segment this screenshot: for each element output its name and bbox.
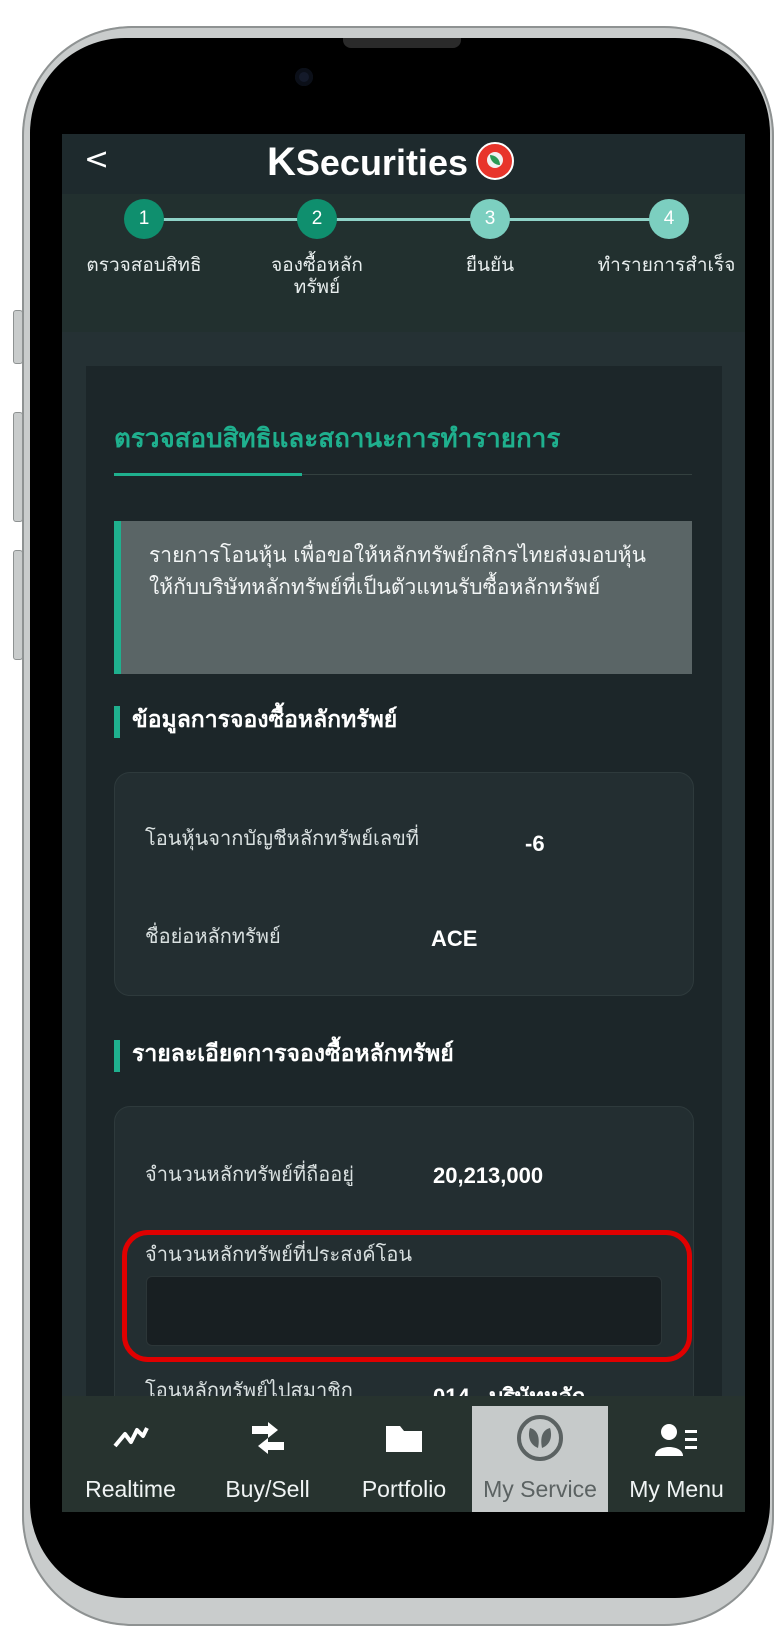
nav-portfolio-label: Portfolio — [361, 1476, 447, 1502]
buy-sell-arrows-icon — [251, 1422, 284, 1454]
booking-info-box: โอนหุ้นจากบัญชีหลักทรัพย์เลขที่ -6 ชื่อย… — [114, 772, 694, 996]
chart-line-icon — [112, 1427, 149, 1448]
title-divider-accent — [114, 473, 302, 476]
app-header: < KSecurities — [62, 134, 745, 194]
step-1-label: ตรวจสอบสิทธิ — [86, 254, 202, 276]
step-2-circle: 2 — [297, 199, 337, 239]
account-value: -6 — [525, 831, 545, 856]
step-4-label: ทำรายการสำเร็จ — [597, 254, 736, 276]
ksecurities-logo: KSecurities — [267, 140, 468, 184]
booking-info-heading: ข้อมูลการจองซื้อหลักทรัพย์ — [114, 702, 397, 738]
step-4-circle: 4 — [649, 199, 689, 239]
phone-volume-down — [13, 550, 23, 660]
highlight-box — [122, 1230, 692, 1362]
nav-portfolio[interactable]: Portfolio — [336, 1396, 472, 1512]
stepper-track — [144, 218, 654, 221]
nav-buy-sell-label: Buy/Sell — [225, 1476, 310, 1502]
nav-my-service-label: My Service — [483, 1476, 597, 1502]
step-3-circle: 3 — [470, 199, 510, 239]
nav-buy-sell[interactable]: Buy/Sell — [199, 1396, 336, 1512]
kbank-leaf-icon — [517, 1415, 563, 1461]
step-2-label: จองซื้อหลัก ทรัพย์ — [271, 254, 363, 298]
progress-stepper: 1 ตรวจสอบสิทธิ 2 จองซื้อหลัก ทรัพย์ 3 ยื… — [62, 194, 745, 332]
nav-my-menu-label: My Menu — [629, 1476, 724, 1502]
phone-volume-up — [13, 412, 23, 522]
held-quantity-value: 20,213,000 — [433, 1163, 544, 1188]
nav-my-menu[interactable]: My Menu — [608, 1396, 745, 1512]
folder-icon — [386, 1426, 422, 1452]
front-camera — [295, 68, 313, 86]
app-screen: < KSecurities 1 ตรวจสอบสิทธิ 2 จองซื้อหล… — [62, 134, 745, 1512]
user-menu-icon — [654, 1424, 697, 1456]
symbol-label: ชื่อย่อหลักทรัพย์ — [145, 924, 281, 948]
step-1-circle: 1 — [124, 199, 164, 239]
nav-realtime[interactable]: Realtime — [62, 1396, 199, 1512]
nav-my-service[interactable]: My Service — [472, 1406, 608, 1512]
phone-speaker — [343, 38, 461, 48]
nav-realtime-label: Realtime — [85, 1476, 176, 1502]
back-button[interactable]: < — [84, 142, 109, 177]
page-title: ตรวจสอบสิทธิและสถานะการทำรายการ — [114, 424, 561, 454]
phone-silent-switch — [13, 310, 23, 364]
step-3-label: ยืนยัน — [465, 254, 515, 276]
account-label: โอนหุ้นจากบัญชีหลักทรัพย์เลขที่ — [145, 826, 419, 850]
symbol-value: ACE — [431, 926, 478, 951]
notice-box: รายการโอนหุ้น เพื่อขอให้หลักทรัพย์กสิกรไ… — [114, 521, 692, 674]
kbank-logo-icon — [476, 142, 514, 180]
bottom-navigation: Realtime Buy/Sell Portfolio My Service M… — [62, 1396, 745, 1512]
booking-details-heading: รายละเอียดการจองซื้อหลักทรัพย์ — [114, 1036, 454, 1072]
held-quantity-label: จำนวนหลักทรัพย์ที่ถืออยู่ — [145, 1162, 354, 1186]
